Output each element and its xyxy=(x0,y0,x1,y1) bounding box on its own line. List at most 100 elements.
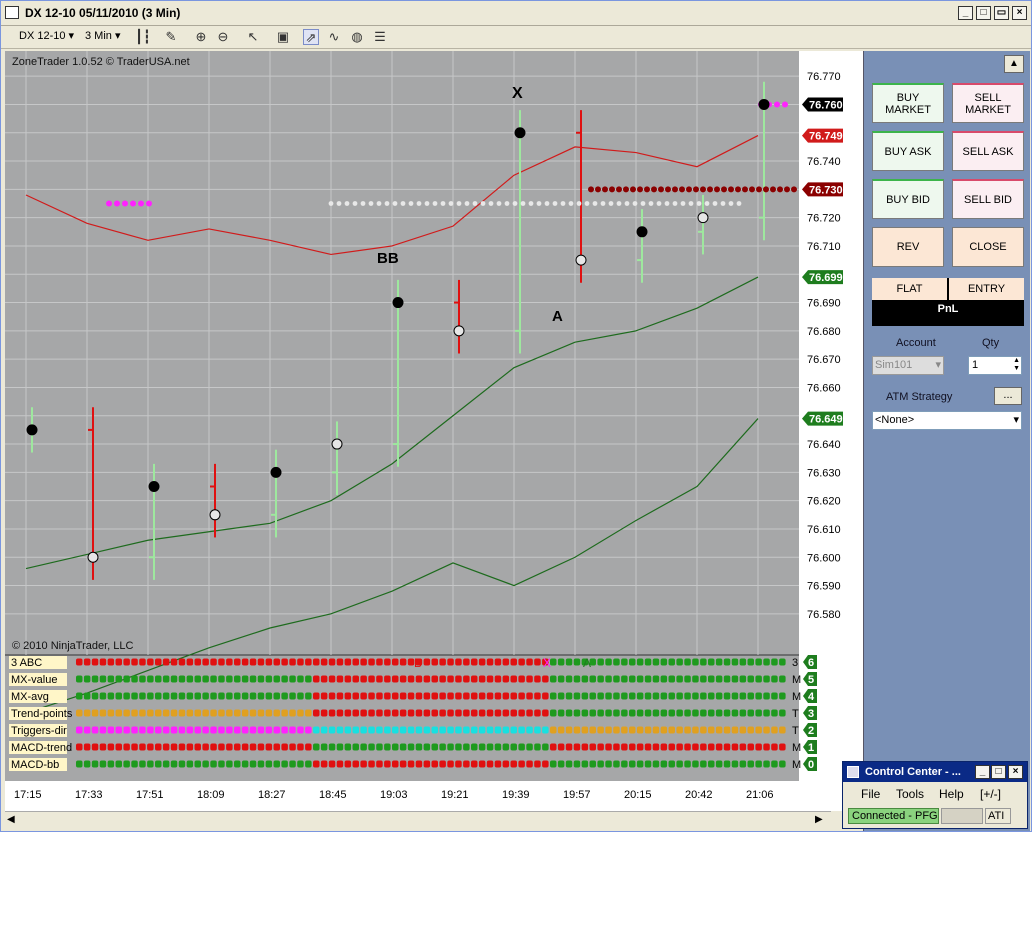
indicator-cell xyxy=(692,743,699,751)
buy-bid-button[interactable]: BUY BID xyxy=(872,179,944,219)
zoom-out-icon[interactable]: ⊖ xyxy=(215,29,231,45)
indicator-cell xyxy=(265,658,273,666)
indicator-cell xyxy=(234,692,241,700)
control-center-window[interactable]: Control Center - ... _ □ × File Tools He… xyxy=(842,761,1028,829)
indicator-cell xyxy=(534,726,541,734)
indicator-cell xyxy=(471,709,478,717)
atm-strategy-select[interactable]: <None> ▾ xyxy=(872,411,1022,430)
close-position-button[interactable]: CLOSE xyxy=(952,227,1024,267)
indicator-cell xyxy=(455,743,462,751)
account-select[interactable]: Sim101 ▾ xyxy=(872,356,944,375)
interval-selector[interactable]: 3 Min ▾ xyxy=(81,28,125,45)
support-dot xyxy=(472,201,478,206)
sell-bid-button[interactable]: SELL BID xyxy=(952,179,1024,219)
bar-style-icon[interactable]: ┃┇ xyxy=(135,29,151,45)
atm-options-button[interactable]: ... xyxy=(994,387,1022,405)
restore-button[interactable]: ▭ xyxy=(994,6,1009,20)
swing-low-marker xyxy=(87,551,99,563)
indicator-cell xyxy=(392,709,399,717)
indicator-cell xyxy=(715,709,723,717)
minimize-button[interactable]: _ xyxy=(958,6,973,20)
globe-icon[interactable]: ◍ xyxy=(349,29,365,45)
indicator-cell xyxy=(494,760,502,768)
menu-tools[interactable]: Tools xyxy=(896,787,924,801)
indicator-cell xyxy=(636,743,644,751)
resistance-dot xyxy=(728,186,734,193)
indicator-cell xyxy=(692,658,699,666)
indicator-cell xyxy=(526,709,533,717)
control-center-titlebar[interactable]: Control Center - ... _ □ × xyxy=(843,762,1027,782)
menu-expand[interactable]: [+/-] xyxy=(980,787,1001,801)
indicator-cell xyxy=(431,709,438,717)
indicator-cell xyxy=(131,743,138,751)
indicator-cell xyxy=(526,760,533,768)
indicator-icon[interactable]: ∿ xyxy=(326,29,342,45)
indicator-cell xyxy=(392,692,399,700)
indicator-cell xyxy=(131,692,138,700)
indicator-cell xyxy=(779,743,786,751)
indicator-cell xyxy=(162,692,170,700)
indicator-cell xyxy=(747,743,754,751)
chart-area[interactable]: 76.77076.76076.75076.74076.73076.72076.7… xyxy=(5,51,863,811)
close-button[interactable]: × xyxy=(1012,6,1027,20)
resistance-dot xyxy=(721,186,727,193)
cc-close-button[interactable]: × xyxy=(1008,765,1023,779)
indicator-cell xyxy=(178,760,186,768)
indicator-cell xyxy=(273,760,280,768)
indicator-cell xyxy=(715,726,723,734)
cursor-icon[interactable]: ↖ xyxy=(245,29,261,45)
horizontal-scrollbar[interactable]: ◀ ▶ xyxy=(5,811,831,830)
reverse-button[interactable]: REV xyxy=(872,227,944,267)
indicator-cell xyxy=(384,743,391,751)
trigger-dot xyxy=(106,200,112,207)
indicator-cell xyxy=(684,709,691,717)
menu-help[interactable]: Help xyxy=(939,787,964,801)
support-dot xyxy=(440,201,446,206)
data-box-icon[interactable]: ☰ xyxy=(372,29,388,45)
scroll-right-icon[interactable]: ▶ xyxy=(815,814,823,825)
indicator-cell xyxy=(289,726,296,734)
indicator-cell xyxy=(652,726,660,734)
indicator-cell xyxy=(605,709,612,717)
support-dot xyxy=(432,201,438,206)
strategy-icon[interactable]: ⇗ xyxy=(303,29,319,45)
buy-ask-button[interactable]: BUY ASK xyxy=(872,131,944,171)
price-tick-label: 76.670 xyxy=(807,354,841,366)
sell-ask-button[interactable]: SELL ASK xyxy=(952,131,1024,171)
maximize-button[interactable]: □ xyxy=(976,6,991,20)
menu-file[interactable]: File xyxy=(861,787,880,801)
indicator-cell xyxy=(139,726,146,734)
indicator-cell xyxy=(107,726,115,734)
scroll-left-icon[interactable]: ◀ xyxy=(7,814,15,825)
indicator-value: 3 xyxy=(808,708,814,720)
indicator-cell xyxy=(668,709,675,717)
pencil-icon[interactable]: ✎ xyxy=(163,29,179,45)
support-dot xyxy=(456,201,462,206)
indicator-cell xyxy=(565,743,573,751)
indicator-cell xyxy=(415,692,423,700)
instrument-selector[interactable]: DX 12-10 ▾ xyxy=(15,28,78,45)
cc-minimize-button[interactable]: _ xyxy=(975,765,990,779)
indicator-cell xyxy=(518,709,525,717)
indicator-cell xyxy=(147,726,154,734)
indicator-cell xyxy=(313,675,320,683)
indicator-cell xyxy=(297,726,304,734)
indicator-cell xyxy=(723,709,731,717)
indicator-cell xyxy=(407,743,415,751)
stepper-arrows-icon[interactable]: ▲ ▼ xyxy=(1013,357,1020,373)
buy-market-button[interactable]: BUY MARKET xyxy=(872,83,944,123)
indicator-cell xyxy=(676,726,683,734)
quantity-stepper[interactable]: 1 ▲ ▼ xyxy=(968,356,1022,375)
cc-maximize-button[interactable]: □ xyxy=(991,765,1006,779)
sell-market-button[interactable]: SELL MARKET xyxy=(952,83,1024,123)
properties-icon[interactable]: ▣ xyxy=(275,29,291,45)
resistance-dot xyxy=(777,186,783,193)
collapse-panel-icon[interactable]: ▲ xyxy=(1004,55,1024,73)
indicator-cell xyxy=(360,675,367,683)
indicator-cell xyxy=(779,692,786,700)
indicator-cell xyxy=(218,692,225,700)
price-chart[interactable]: 76.77076.76076.75076.74076.73076.72076.7… xyxy=(5,51,863,811)
indicator-cell xyxy=(320,760,328,768)
zoom-in-icon[interactable]: ⊕ xyxy=(193,29,209,45)
indicator-cell xyxy=(344,743,352,751)
